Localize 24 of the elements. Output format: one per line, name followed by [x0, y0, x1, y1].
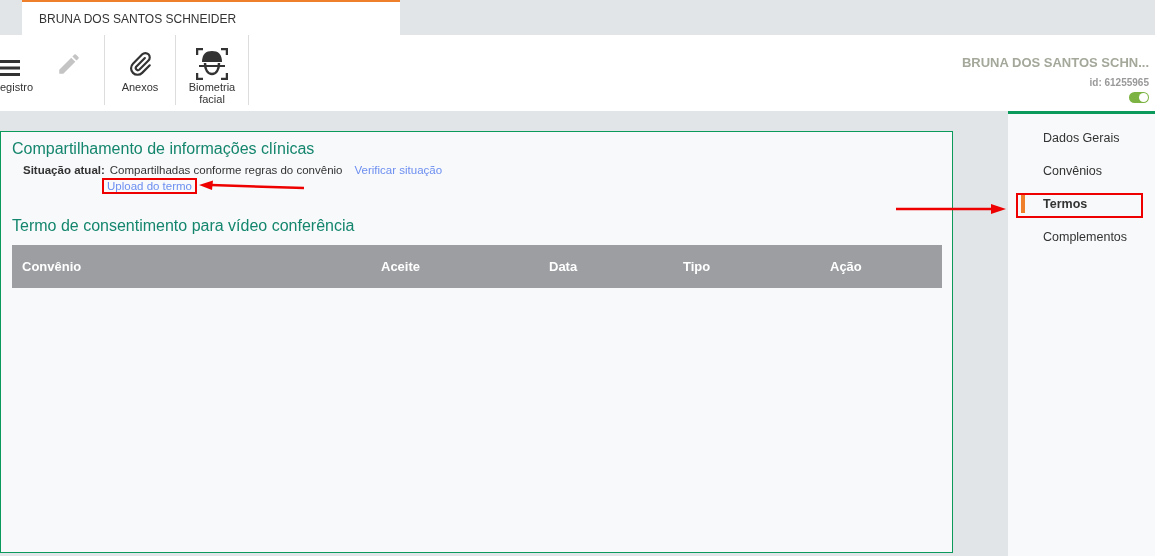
section-title: Termo de consentimento para vídeo conferência	[12, 216, 356, 236]
patient-tab[interactable]: BRUNA DOS SANTOS SCHNEIDER	[22, 0, 400, 35]
column-header: Convênio	[21, 257, 83, 276]
column-header: Ação	[830, 257, 862, 276]
sidebar-item[interactable]: Convênios	[1008, 162, 1155, 180]
toolbar-button[interactable]: egistro	[0, 35, 34, 105]
paperclip-icon	[127, 50, 153, 78]
section-title: Compartilhamento de informações clínicas	[12, 139, 316, 159]
patient-name: BRUNA DOS SANTOS SCHN...	[961, 54, 1149, 72]
toolbar-button[interactable]: Anexos	[105, 35, 175, 105]
column-header: Data	[549, 257, 579, 276]
sidebar-item[interactable]: Complementos	[1008, 228, 1155, 246]
patient-id: id: 61255965	[1089, 75, 1149, 90]
status-value: Compartilhadas conforme regras do convênio	[109, 164, 343, 177]
column-header: Aceite	[381, 257, 422, 276]
toolbar-button[interactable]: Biometria facial	[176, 35, 248, 105]
status-label: Situação atual:	[23, 164, 105, 177]
face-scan-icon	[196, 48, 228, 80]
sidebar-item[interactable]: Termos	[1008, 195, 1155, 213]
pencil-icon	[56, 51, 82, 77]
active-toggle[interactable]	[1129, 91, 1149, 103]
menu-icon	[0, 59, 20, 77]
column-header: Tipo	[683, 257, 712, 276]
sidebar-item[interactable]: Dados Gerais	[1008, 129, 1155, 147]
